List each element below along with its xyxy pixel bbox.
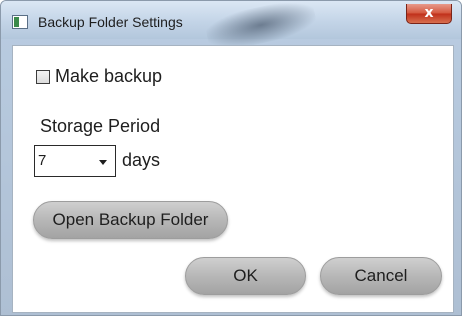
chevron-down-icon	[99, 160, 107, 165]
make-backup-row[interactable]: Make backup	[36, 66, 162, 87]
dialog-content: Make backup Storage Period 7 days Open B…	[12, 45, 454, 313]
open-backup-folder-button[interactable]: Open Backup Folder	[33, 201, 228, 239]
ok-button[interactable]: OK	[185, 257, 306, 295]
cancel-button[interactable]: Cancel	[320, 257, 442, 295]
window-title: Backup Folder Settings	[38, 14, 183, 30]
title-bar[interactable]: Backup Folder Settings x	[1, 1, 461, 39]
app-icon-bar	[14, 17, 19, 27]
make-backup-checkbox[interactable]	[36, 69, 50, 84]
make-backup-label[interactable]: Make backup	[55, 66, 162, 87]
dialog-window: Backup Folder Settings x Make backup Sto…	[0, 0, 462, 316]
app-icon	[12, 15, 28, 29]
storage-period-value: 7	[38, 152, 47, 169]
days-label: days	[122, 150, 161, 170]
storage-period-label: Storage Period	[40, 116, 161, 136]
storage-period-select[interactable]: 7	[34, 145, 116, 177]
close-button[interactable]: x	[406, 4, 452, 24]
